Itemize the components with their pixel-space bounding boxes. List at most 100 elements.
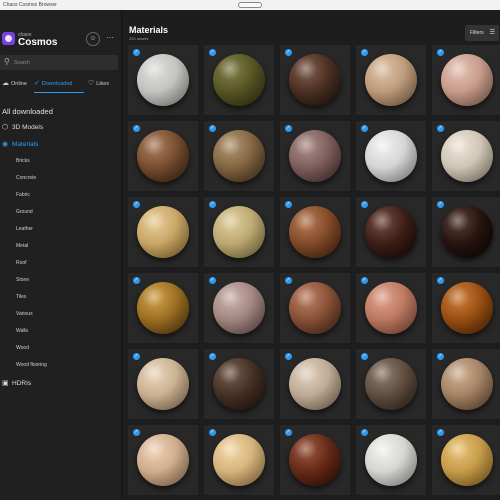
search-input[interactable]: [14, 57, 114, 68]
downloaded-check-icon: ✓: [437, 125, 444, 132]
subcategory-ground[interactable]: Ground: [16, 209, 33, 215]
material-tile[interactable]: ✓: [128, 121, 198, 191]
material-tile[interactable]: ✓: [356, 349, 426, 419]
asset-count: 250 assets: [129, 36, 149, 41]
material-preview: [365, 54, 417, 106]
material-tile[interactable]: ✓: [432, 273, 500, 343]
material-tile[interactable]: ✓: [356, 425, 426, 495]
material-tile[interactable]: ✓: [356, 273, 426, 343]
downloaded-check-icon: ✓: [437, 201, 444, 208]
material-tile[interactable]: ✓: [432, 349, 500, 419]
downloaded-check-icon: ✓: [209, 277, 216, 284]
material-preview: [441, 282, 493, 334]
subcategory-wood-flooring[interactable]: Wood flooring: [16, 362, 47, 368]
brand-name: Cosmos: [18, 37, 58, 48]
material-tile[interactable]: ✓: [204, 425, 274, 495]
subcategory-bricks[interactable]: Bricks: [16, 158, 30, 164]
material-tile[interactable]: ✓: [432, 45, 500, 115]
downloaded-check-icon: ✓: [285, 353, 292, 360]
filters-button[interactable]: Filters ☰: [465, 25, 499, 41]
material-tile[interactable]: ✓: [128, 425, 198, 495]
all-downloaded-link[interactable]: All downloaded: [2, 107, 53, 116]
downloaded-check-icon: ✓: [285, 277, 292, 284]
material-tile[interactable]: ✓: [280, 121, 350, 191]
material-tile[interactable]: ✓: [356, 197, 426, 267]
downloaded-check-icon: ✓: [133, 277, 140, 284]
material-preview: [365, 130, 417, 182]
downloaded-check-icon: ✓: [133, 429, 140, 436]
nav-hdris[interactable]: ▣ HDRIs: [2, 379, 31, 387]
materials-panel: Materials 250 assets Filters ☰ ✓ ✓ ✓ ✓ ✓ ✓ ✓ ✓ ✓ ✓…: [123, 10, 500, 500]
cloud-icon: ☁: [2, 80, 9, 87]
material-tile[interactable]: ✓: [280, 273, 350, 343]
window-title: Chaos Cosmos Browser: [3, 2, 57, 8]
page-title: Materials: [129, 25, 169, 35]
more-icon[interactable]: ⋯: [106, 33, 114, 42]
tab-likes[interactable]: ♡ Likes: [88, 77, 116, 93]
downloaded-check-icon: ✓: [437, 277, 444, 284]
subcategory-various[interactable]: Various: [16, 311, 33, 317]
cube-icon: ⬡: [2, 124, 9, 131]
tab-likes-label: Likes: [96, 81, 110, 87]
material-tile[interactable]: ✓: [356, 121, 426, 191]
nav-3d-models-label: 3D Models: [12, 124, 44, 131]
material-tile[interactable]: ✓: [280, 349, 350, 419]
material-preview: [441, 434, 493, 486]
material-tile[interactable]: ✓: [204, 349, 274, 419]
nav-materials-label: Materials: [12, 141, 39, 148]
user-icon[interactable]: ☺: [86, 32, 100, 46]
subcategory-stone[interactable]: Stone: [16, 277, 29, 283]
material-tile[interactable]: ✓: [128, 45, 198, 115]
image-icon: ▣: [2, 380, 9, 387]
material-tile[interactable]: ✓: [280, 197, 350, 267]
material-preview: [289, 358, 341, 410]
material-tile[interactable]: ✓: [204, 121, 274, 191]
material-preview: [213, 434, 265, 486]
material-tile[interactable]: ✓: [128, 349, 198, 419]
subcategory-wood[interactable]: Wood: [16, 345, 29, 351]
material-tile[interactable]: ✓: [204, 45, 274, 115]
downloaded-check-icon: ✓: [361, 277, 368, 284]
material-tile[interactable]: ✓: [432, 121, 500, 191]
tab-online[interactable]: ☁ Online: [2, 77, 32, 93]
material-preview: [365, 206, 417, 258]
subcategory-leather[interactable]: Leather: [16, 226, 33, 232]
downloaded-check-icon: ✓: [285, 49, 292, 56]
subcategory-tiles[interactable]: Tiles: [16, 294, 26, 300]
material-preview: [213, 282, 265, 334]
downloaded-check-icon: ✓: [361, 353, 368, 360]
material-preview: [289, 130, 341, 182]
nav-materials[interactable]: ◉ Materials: [2, 140, 38, 148]
downloaded-check-icon: ✓: [437, 429, 444, 436]
downloaded-check-icon: ✓: [133, 49, 140, 56]
downloaded-check-icon: ✓: [209, 201, 216, 208]
material-tile[interactable]: ✓: [128, 273, 198, 343]
material-tile[interactable]: ✓: [432, 197, 500, 267]
material-tile[interactable]: ✓: [280, 45, 350, 115]
nav-hdris-label: HDRIs: [12, 380, 32, 387]
material-preview: [213, 358, 265, 410]
tab-online-label: Online: [11, 81, 27, 87]
downloaded-check-icon: ✓: [285, 201, 292, 208]
subcategory-metal[interactable]: Metal: [16, 243, 28, 249]
material-tile[interactable]: ✓: [432, 425, 500, 495]
material-preview: [289, 206, 341, 258]
material-tile[interactable]: ✓: [280, 425, 350, 495]
material-preview: [441, 358, 493, 410]
material-tile[interactable]: ✓: [204, 273, 274, 343]
subcategory-concrete[interactable]: Concrete: [16, 175, 36, 181]
material-tile[interactable]: ✓: [204, 197, 274, 267]
downloaded-check-icon: ✓: [437, 49, 444, 56]
subcategory-fabric[interactable]: Fabric: [16, 192, 30, 198]
tab-downloaded[interactable]: ✓ Downloaded: [34, 77, 84, 93]
window-drag-handle[interactable]: [238, 2, 262, 8]
check-circle-icon: ✓: [34, 80, 40, 87]
material-preview: [441, 54, 493, 106]
material-preview: [441, 206, 493, 258]
material-tile[interactable]: ✓: [128, 197, 198, 267]
nav-3d-models[interactable]: ⬡ 3D Models: [2, 123, 43, 131]
subcategory-walls[interactable]: Walls: [16, 328, 28, 334]
sidebar: chaos Cosmos ☺ ⋯ ⚲ ☁Online ✓Downloaded ♡…: [0, 10, 122, 500]
subcategory-roof[interactable]: Roof: [16, 260, 27, 266]
material-tile[interactable]: ✓: [356, 45, 426, 115]
